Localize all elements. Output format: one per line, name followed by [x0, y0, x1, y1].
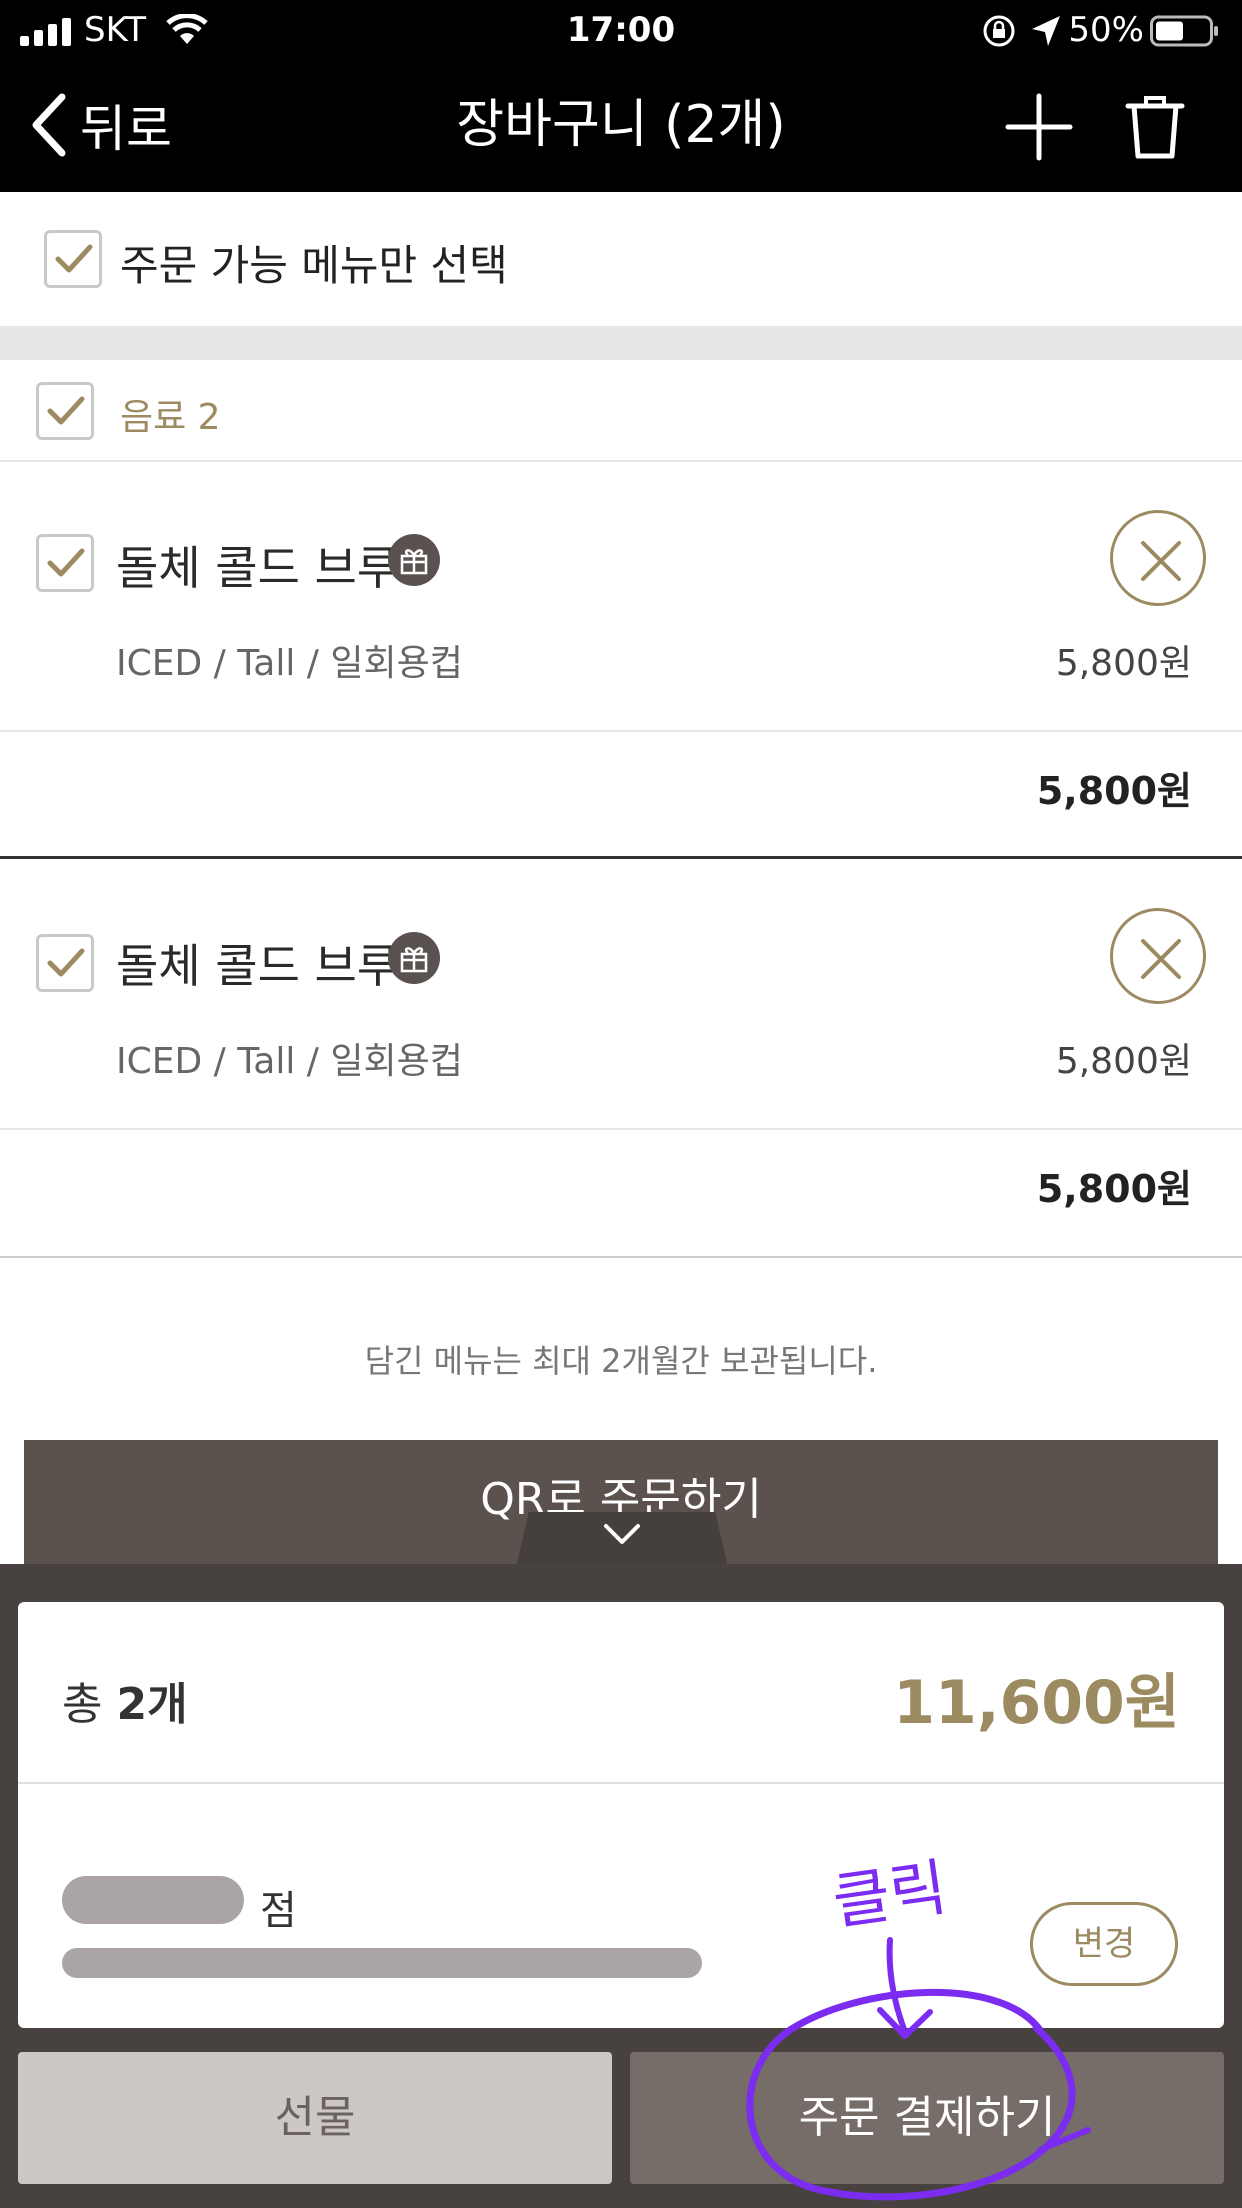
total-count-prefix: 총: [62, 1679, 103, 1730]
order-summary-sheet: 총 2개 11,600원 점 변경 선물 주문 결제하기: [0, 1564, 1242, 2208]
close-icon: [1141, 541, 1181, 581]
section-spacer: [0, 326, 1242, 360]
redacted-store-address: [62, 1948, 702, 1978]
divider: [0, 1128, 1242, 1130]
divider: [18, 1782, 1224, 1784]
select-available-row[interactable]: 주문 가능 메뉴만 선택: [0, 192, 1242, 326]
item-price: 5,800원: [1055, 1041, 1192, 1082]
total-price: 11,600원: [893, 1668, 1180, 1738]
gift-icon: [388, 534, 440, 586]
sheet-toggle[interactable]: [516, 1512, 728, 1568]
add-icon[interactable]: [1004, 92, 1074, 162]
category-row[interactable]: 음료 2: [0, 360, 1242, 462]
check-icon: [47, 548, 85, 577]
item-checkbox[interactable]: [36, 934, 94, 992]
change-store-button[interactable]: 변경: [1030, 1902, 1178, 1986]
close-icon: [1141, 939, 1181, 979]
status-bar: SKT 17:00 50%: [0, 0, 1242, 62]
select-available-checkbox[interactable]: [44, 230, 102, 288]
gift-icon: [388, 932, 440, 984]
category-checkbox[interactable]: [36, 382, 94, 440]
item-options: ICED / Tall / 일회용컵: [116, 1041, 463, 1082]
battery-icon: [1150, 15, 1218, 47]
total-count: 총 2개: [62, 1668, 188, 1732]
remove-item-button[interactable]: [1110, 908, 1206, 1004]
cart-item: 돌체 콜드 브루 ICED / Tall / 일회용컵 5,800원 5,800…: [0, 464, 1242, 859]
store-suffix: 점: [260, 1888, 297, 1934]
rotation-lock-icon: [983, 15, 1015, 47]
item-separator: [0, 1256, 1242, 1258]
total-count-value: 2개: [116, 1679, 188, 1730]
redacted-store-name: [62, 1876, 244, 1924]
item-subtotal: 5,800원: [1036, 1167, 1192, 1211]
check-icon: [47, 948, 85, 977]
item-price: 5,800원: [1055, 643, 1192, 684]
top-bar: SKT 17:00 50% 뒤로 장바구니 (2개): [0, 0, 1242, 192]
item-checkbox[interactable]: [36, 534, 94, 592]
location-icon: [1032, 16, 1060, 46]
select-available-label: 주문 가능 메뉴만 선택: [120, 241, 508, 290]
item-subtotal: 5,800원: [1036, 769, 1192, 813]
pay-button[interactable]: 주문 결제하기: [630, 2052, 1224, 2184]
annotation-click-text: 클릭: [828, 1850, 952, 1939]
trash-icon[interactable]: [1122, 92, 1188, 162]
check-icon: [47, 396, 85, 425]
cart-item: 돌체 콜드 브루 ICED / Tall / 일회용컵 5,800원 5,800…: [0, 864, 1242, 1258]
divider: [0, 730, 1242, 732]
category-label: 음료 2: [120, 397, 221, 438]
storage-notice: 담긴 메뉴는 최대 2개월간 보관됩니다.: [364, 1342, 878, 1380]
chevron-down-icon: [604, 1524, 640, 1544]
item-options: ICED / Tall / 일회용컵: [116, 643, 463, 684]
item-separator: [0, 856, 1242, 859]
item-name: 돌체 콜드 브루: [116, 541, 400, 595]
remove-item-button[interactable]: [1110, 510, 1206, 606]
summary-card: 총 2개 11,600원 점 변경: [18, 1602, 1224, 2028]
battery-percent: 50%: [1068, 10, 1144, 50]
item-name: 돌체 콜드 브루: [116, 939, 400, 993]
gift-button[interactable]: 선물: [18, 2052, 612, 2184]
check-icon: [55, 244, 93, 273]
